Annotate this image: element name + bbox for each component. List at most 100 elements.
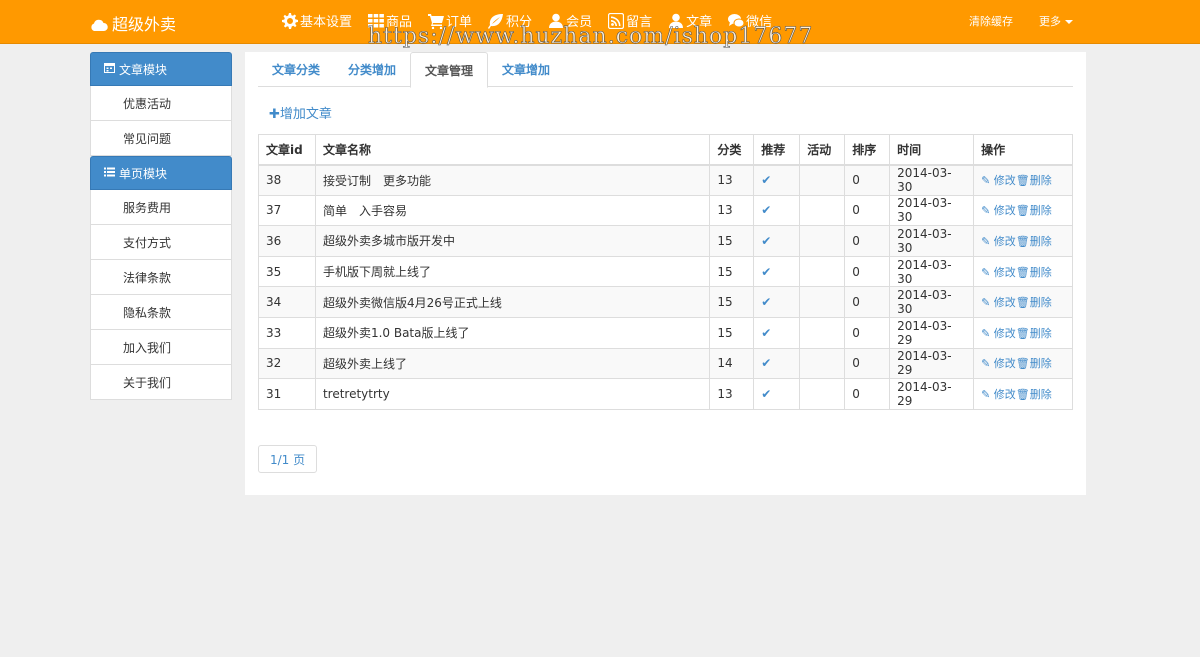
cell-category: 15 (709, 255, 755, 288)
edit-button[interactable]: ✎ 修改 (981, 174, 1016, 187)
nav-item-5[interactable]: 留言 (608, 11, 652, 30)
table-row: 38 接受订制 更多功能 13 ✔ 0 2014-03-30 ✎ 修改🗑删除 (258, 164, 1073, 196)
cell-actions: ✎ 修改🗑删除 (973, 194, 1073, 227)
nav-item-label: 积分 (506, 15, 533, 30)
nav-item-7[interactable]: 微信 (728, 11, 772, 30)
brand-name: 超级外卖 (112, 15, 177, 34)
nav-item-label: 基本设置 (300, 15, 353, 30)
sidebar-item[interactable]: 服务费用 (90, 190, 232, 225)
nav-item-0[interactable]: 基本设置 (282, 11, 352, 30)
cell-id: 35 (258, 255, 316, 288)
check-icon: ✔ (761, 386, 772, 401)
edit-button[interactable]: ✎ 修改 (981, 357, 1016, 370)
nav-right: 清除缓存 更多 (969, 13, 1073, 29)
edit-button[interactable]: ✎ 修改 (981, 204, 1016, 217)
delete-button[interactable]: 🗑删除 (1016, 388, 1052, 401)
edit-button[interactable]: ✎ 修改 (981, 296, 1016, 309)
user-icon (668, 13, 684, 29)
edit-icon: ✎ (981, 265, 991, 279)
delete-label: 删除 (1029, 204, 1052, 218)
table-header-row: 文章id 文章名称 分类 推荐 活动 排序 时间 操作 (258, 134, 1073, 166)
brand[interactable]: 超级外卖 (90, 11, 176, 35)
nav-item-2[interactable]: 订单 (428, 11, 472, 30)
sidebar-item[interactable]: 优惠活动 (90, 86, 232, 121)
cell-activity (799, 255, 846, 288)
delete-label: 删除 (1029, 296, 1052, 310)
table-row: 34 超级外卖微信版4月26号正式上线 15 ✔ 0 2014-03-30 ✎ 修改🗑删除 (258, 286, 1073, 318)
cell-order: 0 (844, 255, 891, 288)
main-panel: 文章分类 分类增加 文章管理 文章增加 ✚增加文章 文章id 文章名称 分类 推荐 活动 排序时… (245, 52, 1086, 495)
cell-actions: ✎ 修改🗑删除 (973, 347, 1073, 380)
cell-time: 2014-03-30 (889, 164, 975, 196)
pagination[interactable]: 1/1 页 (258, 445, 318, 473)
more-dropdown[interactable]: 更多 (1039, 13, 1073, 29)
delete-label: 删除 (1029, 357, 1052, 371)
sidebar-item[interactable]: 关于我们 (90, 365, 232, 400)
trash-icon: 🗑 (1015, 357, 1030, 371)
tab-0[interactable]: 文章分类 (258, 52, 334, 87)
sidebar-group-title: 文章模块 (119, 62, 168, 77)
check-icon: ✔ (761, 325, 772, 340)
cell-activity (799, 164, 846, 196)
trash-icon: 🗑 (1015, 234, 1030, 248)
cell-time: 2014-03-30 (889, 225, 975, 257)
nav-item-4[interactable]: 会员 (548, 11, 592, 30)
cell-category: 15 (709, 225, 755, 257)
edit-button[interactable]: ✎ 修改 (981, 327, 1016, 340)
delete-button[interactable]: 🗑删除 (1016, 174, 1052, 187)
column-header: 文章名称 (314, 134, 711, 166)
cell-activity (799, 286, 846, 318)
sidebar-item[interactable]: 常见问题 (90, 121, 232, 156)
tab-2[interactable]: 文章管理 (410, 52, 489, 88)
tab-1[interactable]: 分类增加 (334, 52, 410, 87)
chat-icon (728, 13, 745, 29)
delete-button[interactable]: 🗑删除 (1016, 235, 1052, 248)
check-icon: ✔ (761, 295, 772, 310)
nav-item-6[interactable]: 文章 (668, 11, 712, 30)
tab-3[interactable]: 文章增加 (488, 52, 564, 87)
add-article-label: 增加文章 (279, 107, 332, 122)
caret-down-icon (1065, 20, 1073, 24)
nav-item-3[interactable]: 积分 (488, 11, 532, 30)
edit-label: 修改 (993, 326, 1016, 340)
sidebar-item[interactable]: 隐私条款 (90, 295, 232, 330)
cell-time: 2014-03-29 (889, 378, 975, 410)
table-row: 32 超级外卖上线了 14 ✔ 0 2014-03-29 ✎ 修改🗑删除 (258, 347, 1073, 380)
nav-item-1[interactable]: 商品 (368, 11, 412, 30)
trash-icon: 🗑 (1015, 296, 1030, 310)
cell-name: 超级外卖多城市版开发中 (314, 225, 711, 257)
more-label: 更多 (1039, 15, 1061, 28)
article-table: 文章id 文章名称 分类 推荐 活动 排序 时间 操作 38 接受订制 更多功能 13 ✔ 0 2014… (258, 134, 1073, 410)
edit-button[interactable]: ✎ 修改 (981, 235, 1016, 248)
delete-button[interactable]: 🗑删除 (1016, 327, 1052, 340)
sidebar-item[interactable]: 法律条款 (90, 260, 232, 295)
table-row: 31 tretretytrty 13 ✔ 0 2014-03-29 ✎ 修改🗑删除 (258, 378, 1073, 410)
edit-label: 修改 (993, 234, 1016, 248)
cell-actions: ✎ 修改🗑删除 (973, 255, 1073, 288)
check-icon: ✔ (761, 264, 772, 279)
edit-icon: ✎ (981, 326, 991, 340)
edit-icon: ✎ (981, 296, 991, 310)
edit-button[interactable]: ✎ 修改 (981, 266, 1016, 279)
clear-cache-link[interactable]: 清除缓存 (969, 13, 1013, 29)
cell-actions: ✎ 修改🗑删除 (973, 286, 1073, 318)
cell-actions: ✎ 修改🗑删除 (973, 225, 1073, 257)
sidebar-item[interactable]: 支付方式 (90, 225, 232, 260)
top-navbar: 超级外卖 基本设置 商品 订单 积分 会员 留言 文章 微信 清除缓存 更多 (0, 0, 1200, 44)
sidebar-group-page[interactable]: 单页模块 (90, 156, 232, 190)
delete-button[interactable]: 🗑删除 (1016, 204, 1052, 217)
cell-recommend: ✔ (753, 194, 801, 227)
check-icon: ✔ (761, 203, 772, 218)
main-nav: 基本设置 商品 订单 积分 会员 留言 文章 微信 (282, 11, 772, 30)
sidebar-item[interactable]: 加入我们 (90, 330, 232, 365)
delete-button[interactable]: 🗑删除 (1016, 296, 1052, 309)
cell-recommend: ✔ (753, 225, 801, 257)
delete-button[interactable]: 🗑删除 (1016, 357, 1052, 370)
cell-order: 0 (844, 164, 891, 196)
sidebar-group-article[interactable]: 文章模块 (90, 52, 232, 86)
delete-button[interactable]: 🗑删除 (1016, 266, 1052, 279)
cell-time: 2014-03-30 (889, 194, 975, 227)
edit-button[interactable]: ✎ 修改 (981, 388, 1016, 401)
add-article-link[interactable]: ✚增加文章 (269, 103, 332, 122)
table-row: 37 简单 入手容易 13 ✔ 0 2014-03-30 ✎ 修改🗑删除 (258, 194, 1073, 227)
